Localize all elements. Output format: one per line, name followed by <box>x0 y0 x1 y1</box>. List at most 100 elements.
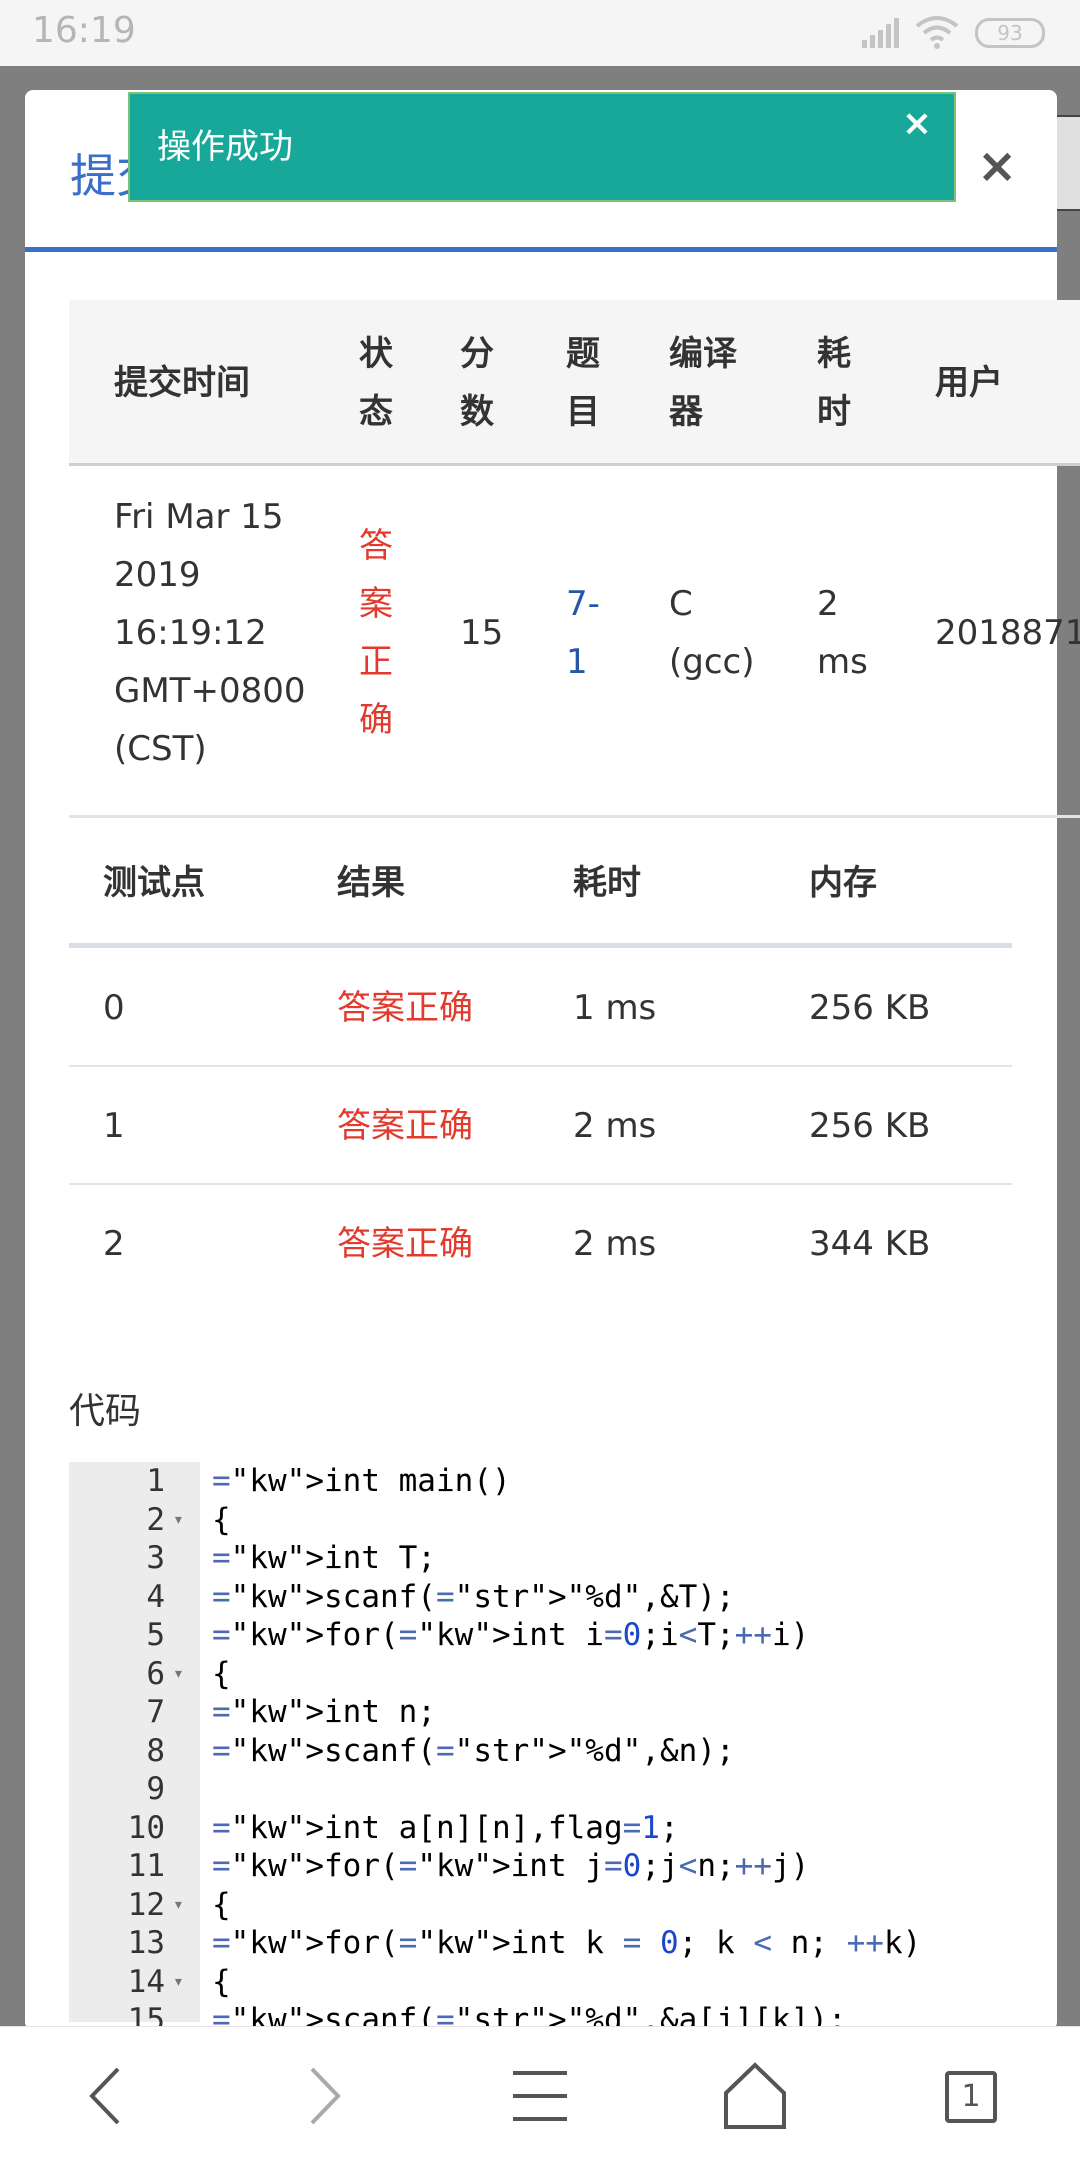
user-value: 20188716 <box>935 613 1080 653</box>
status-char-4: 确 <box>359 700 393 740</box>
testcase-row: 1 答案正确 2 ms 256 KB <box>69 1067 1012 1185</box>
fold-arrow-icon[interactable]: ▾ <box>173 1501 184 1540</box>
header-duration-2: 时 <box>817 392 851 432</box>
status-char-2: 案 <box>359 584 393 624</box>
problem-link-line1[interactable]: 7- <box>566 575 600 633</box>
line-number: 11 <box>127 1848 165 1884</box>
code-line: 13 ="kw">for(="kw">int k = 0; k < n; ++k) <box>69 1924 1049 1963</box>
header-status-2: 态 <box>359 392 393 432</box>
duration-line1: 2 <box>817 584 839 624</box>
submit-time-line1: Fri Mar 15 <box>114 497 284 537</box>
code-line-text: { <box>212 1655 231 1692</box>
status-bar: 16:19 93 <box>0 0 1080 66</box>
forward-icon[interactable] <box>280 2051 370 2141</box>
tabs-button[interactable]: 1 <box>925 2051 1015 2141</box>
code-line: 14 ▾ { <box>69 1963 1049 2002</box>
menu-icon[interactable] <box>495 2051 585 2141</box>
back-icon[interactable] <box>60 2051 150 2141</box>
code-line: 1 ="kw">int main() <box>69 1462 1049 1501</box>
submit-time-line3: 16:19:12 <box>114 613 267 653</box>
testcase-memory: 256 KB <box>809 1106 931 1146</box>
score-value: 15 <box>460 613 504 653</box>
submission-table-header: 提交时间 状 态 分 数 题 目 编译 器 耗 时 用户 <box>69 300 1080 466</box>
testcase-row: 0 答案正确 1 ms 256 KB <box>69 949 1012 1067</box>
header-result: 结果 <box>337 863 405 903</box>
testcase-time: 2 ms <box>573 1224 657 1264</box>
header-testcase: 测试点 <box>103 863 205 903</box>
code-line: 7 ="kw">int n; <box>69 1693 1049 1732</box>
line-number: 10 <box>127 1809 165 1846</box>
success-toast: 操作成功 × <box>128 92 956 202</box>
code-editor[interactable]: 1 ="kw">int main() 2 ▾{3 ="kw">int T; 4 ="kw">… <box>69 1462 1049 2038</box>
header-score-1: 分 <box>460 334 494 374</box>
line-number: 6 <box>146 1655 165 1692</box>
line-number: 3 <box>146 1540 165 1576</box>
testcase-time: 1 ms <box>573 988 657 1028</box>
line-number: 12 <box>127 1886 165 1923</box>
header-problem-2: 目 <box>566 392 600 432</box>
header-user: 用户 <box>935 363 1003 403</box>
testcase-memory: 344 KB <box>809 1224 931 1264</box>
code-line: 9 <box>69 1770 1049 1809</box>
line-number: 1 <box>146 1463 165 1499</box>
fold-arrow-icon[interactable]: ▾ <box>173 1886 184 1925</box>
status-char-1: 答 <box>359 526 393 566</box>
toast-message: 操作成功 <box>157 127 293 167</box>
testcase-row: 2 答案正确 2 ms 344 KB <box>69 1185 1012 1303</box>
testcase-id: 0 <box>103 988 125 1028</box>
header-compiler-2: 器 <box>669 392 703 432</box>
wifi-icon <box>915 16 959 49</box>
status-time: 16:19 <box>32 10 136 51</box>
browser-nav-bar: 1 <box>0 2026 1080 2160</box>
code-section-title: 代码 <box>69 1391 142 1432</box>
code-line: 10 ="kw">int a[n][n],flag=1; <box>69 1809 1049 1848</box>
testcase-result: 答案正确 <box>337 1224 473 1264</box>
line-number: 7 <box>146 1694 165 1730</box>
tabs-icon: 1 <box>945 2071 997 2123</box>
code-line: 2 ▾ { <box>69 1501 1049 1540</box>
testcase-time: 2 ms <box>573 1106 657 1146</box>
code-line: 5 ="kw">for(="kw">int i=0;i<T;++i) <box>69 1616 1049 1655</box>
toast-close-button[interactable]: × <box>902 94 932 154</box>
code-line-text: ="kw">for(="kw">int k = 0; k < n; ++k) <box>212 1925 922 1961</box>
code-line-text: ="kw">int a[n][n],flag=1; <box>212 1809 679 1846</box>
code-line-text: { <box>212 1963 231 2000</box>
line-number: 13 <box>127 1925 165 1961</box>
testcase-id: 1 <box>103 1106 125 1146</box>
header-status-1: 状 <box>359 334 393 374</box>
submit-time-line4: GMT+0800 <box>114 671 306 711</box>
line-number: 8 <box>146 1732 165 1769</box>
code-line-text: { <box>212 1501 231 1538</box>
testcase-result: 答案正确 <box>337 988 473 1028</box>
line-number: 5 <box>146 1617 165 1653</box>
line-number: 2 <box>146 1501 165 1538</box>
home-icon[interactable] <box>710 2051 800 2141</box>
compiler-line1: C <box>669 584 693 624</box>
signal-icon <box>862 18 899 48</box>
header-memory: 内存 <box>809 863 877 903</box>
problem-link-line2[interactable]: 1 <box>566 633 588 691</box>
code-line-text: ="kw">scanf(="str">"%d",&T); <box>212 1578 735 1615</box>
code-line: 4 ="kw">scanf(="str">"%d",&T); <box>69 1578 1049 1617</box>
fold-arrow-icon[interactable]: ▾ <box>173 1655 184 1694</box>
battery-icon: 93 <box>975 18 1045 48</box>
testcase-table-header: 测试点 结果 耗时 内存 <box>69 818 1012 948</box>
testcase-result: 答案正确 <box>337 1106 473 1146</box>
code-line: 8 ="kw">scanf(="str">"%d",&n); <box>69 1732 1049 1771</box>
line-number: 4 <box>146 1578 165 1615</box>
duration-line2: ms <box>817 642 868 682</box>
code-line: 12 ▾ { <box>69 1886 1049 1925</box>
code-line-text: ="kw">for(="kw">int j=0;j<n;++j) <box>212 1848 810 1884</box>
modal-close-button[interactable]: × <box>977 138 1017 194</box>
code-line-text: { <box>212 1886 231 1923</box>
code-line: 11 ="kw">for(="kw">int j=0;j<n;++j) <box>69 1847 1049 1886</box>
header-submit-time: 提交时间 <box>114 363 250 403</box>
header-time: 耗时 <box>573 863 641 903</box>
testcase-memory: 256 KB <box>809 988 931 1028</box>
code-line: 6 ▾ { <box>69 1655 1049 1694</box>
code-line-text: ="kw">for(="kw">int i=0;i<T;++i) <box>212 1617 810 1653</box>
code-line-text: ="kw">int n; <box>212 1694 436 1730</box>
compiler-line2: (gcc) <box>669 642 755 682</box>
fold-arrow-icon[interactable]: ▾ <box>173 1963 184 2002</box>
submission-row: Fri Mar 15 2019 16:19:12 GMT+0800 (CST) … <box>69 468 1080 818</box>
